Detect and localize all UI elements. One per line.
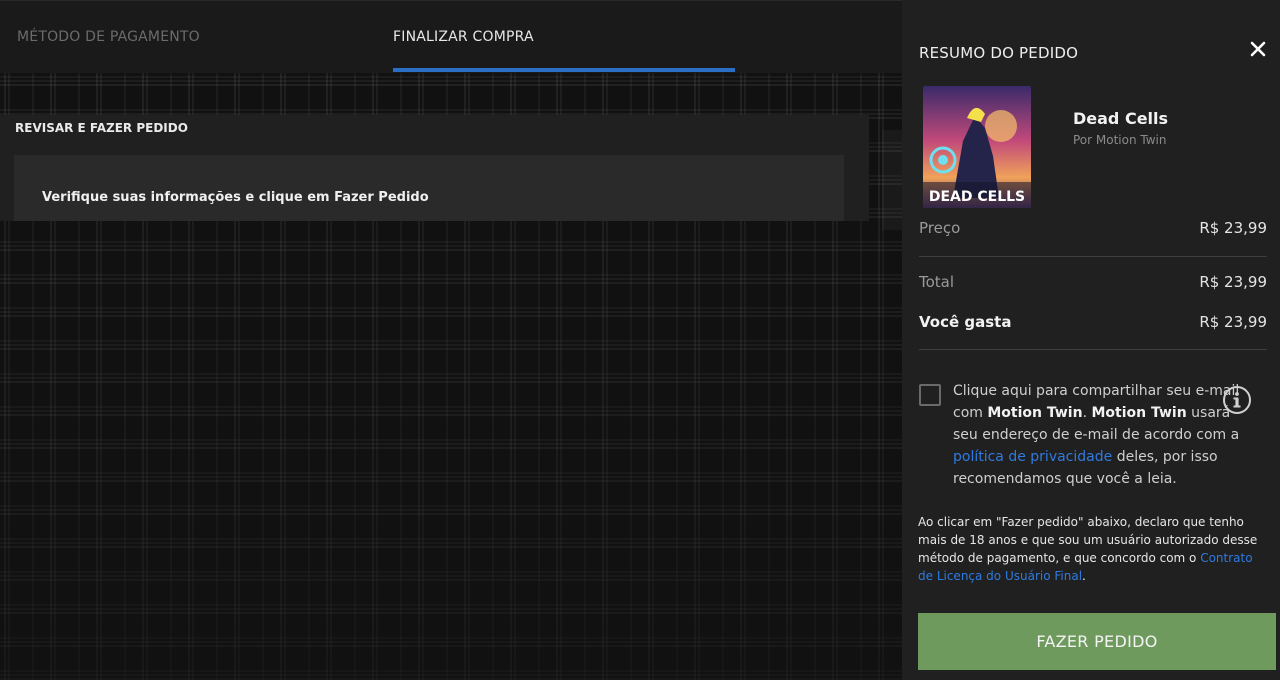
cover-title-text: DEAD CELLS	[929, 189, 1025, 205]
place-order-button[interactable]: FAZER PEDIDO	[918, 613, 1276, 670]
review-message: Verifique suas informações e clique em F…	[42, 190, 429, 205]
info-icon[interactable]	[1222, 385, 1252, 415]
total-row: Total R$ 23,99	[919, 273, 1267, 291]
divider	[919, 349, 1267, 350]
price-row: Preço R$ 23,99	[919, 219, 1267, 237]
legal-text-end: .	[1082, 569, 1086, 583]
price-value: R$ 23,99	[1199, 219, 1267, 237]
checkout-main: MÉTODO DE PAGAMENTO FINALIZAR COMPRA REV…	[0, 0, 902, 680]
order-summary-panel: RESUMO DO PEDIDO DEAD CELLS Dead Cells P…	[902, 0, 1280, 680]
game-title: Dead Cells	[1073, 109, 1169, 128]
game-publisher: Por Motion Twin	[1073, 133, 1167, 147]
divider	[919, 256, 1267, 257]
you-spend-value: R$ 23,99	[1199, 313, 1267, 331]
review-message-box	[14, 155, 844, 221]
share-email-text: Clique aqui para compartilhar seu e-mail…	[953, 380, 1243, 490]
total-label: Total	[919, 273, 955, 291]
close-icon[interactable]	[1247, 38, 1269, 60]
order-summary-title: RESUMO DO PEDIDO	[919, 44, 1079, 62]
share-email-checkbox[interactable]	[919, 384, 941, 406]
active-tab-indicator	[393, 68, 735, 72]
total-value: R$ 23,99	[1199, 273, 1267, 291]
price-label: Preço	[919, 219, 961, 237]
checkout-window: MÉTODO DE PAGAMENTO FINALIZAR COMPRA REV…	[0, 0, 1280, 680]
side-panel-edge	[882, 130, 902, 230]
legal-notice: Ao clicar em "Fazer pedido" abaixo, decl…	[918, 513, 1263, 585]
privacy-policy-link[interactable]: política de privacidade	[953, 449, 1112, 465]
developer-name: Motion Twin	[987, 405, 1083, 421]
you-spend-row: Você gasta R$ 23,99	[919, 313, 1267, 331]
game-cover-image: DEAD CELLS	[923, 86, 1031, 208]
checkout-tabs: MÉTODO DE PAGAMENTO FINALIZAR COMPRA	[0, 0, 902, 73]
developer-name: Motion Twin	[1091, 405, 1187, 421]
tab-finalize-purchase[interactable]: FINALIZAR COMPRA	[393, 1, 534, 73]
review-heading: REVISAR E FAZER PEDIDO	[15, 121, 188, 135]
you-spend-label: Você gasta	[919, 313, 1012, 331]
tab-payment-method[interactable]: MÉTODO DE PAGAMENTO	[17, 1, 200, 73]
